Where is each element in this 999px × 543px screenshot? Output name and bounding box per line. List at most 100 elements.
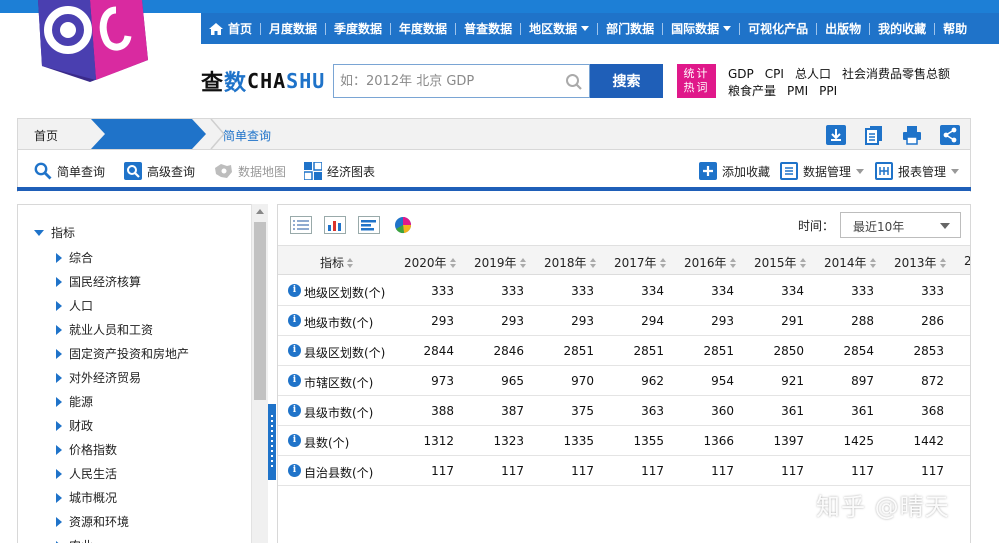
bar-chart-icon[interactable] bbox=[324, 215, 346, 235]
hot-word-link[interactable]: 总人口 bbox=[795, 67, 831, 81]
tree-item-finance[interactable]: 财政 bbox=[56, 417, 93, 434]
copy-icon[interactable] bbox=[864, 125, 884, 145]
tree-root[interactable]: 指标 bbox=[34, 224, 75, 241]
table-cell: 1397 bbox=[773, 434, 804, 448]
info-icon[interactable]: i bbox=[288, 344, 301, 357]
hot-word-link[interactable]: PMI bbox=[787, 84, 808, 98]
table-cell: 2850 bbox=[773, 344, 804, 358]
table-cell: 117 bbox=[781, 464, 804, 478]
share-icon[interactable] bbox=[940, 125, 960, 145]
info-icon[interactable]: i bbox=[288, 314, 301, 327]
nav-item-quarterly[interactable]: 季度数据 bbox=[334, 13, 382, 44]
nav-item-census[interactable]: 普查数据 bbox=[464, 13, 512, 44]
pie-chart-icon[interactable] bbox=[392, 215, 414, 235]
tree-item-environment[interactable]: 资源和环境 bbox=[56, 513, 129, 530]
sort-icon bbox=[799, 257, 806, 268]
table-cell: 2851 bbox=[563, 344, 594, 358]
table-view-icon[interactable] bbox=[290, 215, 312, 235]
tree-item-population[interactable]: 人口 bbox=[56, 297, 93, 314]
hot-word-link[interactable]: GDP bbox=[728, 67, 754, 81]
table-header: 指标 2020年 2019年 2018年 2017年 2016年 2015年 2… bbox=[278, 245, 970, 275]
tree-item-comprehensive[interactable]: 综合 bbox=[56, 249, 93, 266]
info-icon[interactable]: i bbox=[288, 464, 301, 477]
brand-wordmark: 查 数 CHA SHU bbox=[201, 69, 326, 96]
header-year[interactable]: 2015年 bbox=[754, 254, 806, 271]
header-year[interactable]: 2018年 bbox=[544, 254, 596, 271]
header-year-partial[interactable]: 2 bbox=[964, 254, 970, 268]
table-cell: 294 bbox=[641, 314, 664, 328]
simple-query-button[interactable]: 简单查询 bbox=[34, 162, 105, 180]
row-indicator-name: 市辖区数(个) bbox=[304, 376, 374, 390]
info-icon[interactable]: i bbox=[288, 374, 301, 387]
economic-chart-button[interactable]: 经济图表 bbox=[304, 162, 375, 180]
add-favorite-button[interactable]: 添加收藏 bbox=[699, 162, 770, 180]
nav-item-publications[interactable]: 出版物 bbox=[825, 13, 861, 44]
breadcrumb-active-shape bbox=[91, 119, 206, 149]
tree-item-price-index[interactable]: 价格指数 bbox=[56, 441, 117, 458]
search-icon[interactable] bbox=[565, 73, 583, 91]
scrollbar-thumb[interactable] bbox=[254, 222, 266, 400]
table-cell: 2846 bbox=[493, 344, 524, 358]
tree-item-energy[interactable]: 能源 bbox=[56, 393, 93, 410]
hot-word-link[interactable]: CPI bbox=[765, 67, 784, 81]
tree-item-employment[interactable]: 就业人员和工资 bbox=[56, 321, 153, 338]
hot-word-link[interactable]: 社会消费品零售总额 bbox=[842, 67, 950, 81]
tree-item-city[interactable]: 城市概况 bbox=[56, 489, 117, 506]
horizontal-bar-icon[interactable] bbox=[358, 215, 380, 235]
hot-word-link[interactable]: 粮食产量 bbox=[728, 84, 776, 98]
report-management-menu[interactable]: 报表管理 bbox=[875, 162, 960, 180]
data-management-menu[interactable]: 数据管理 bbox=[780, 162, 865, 180]
table-cell: 954 bbox=[711, 374, 734, 388]
tree-item-foreign-trade[interactable]: 对外经济贸易 bbox=[56, 369, 141, 386]
info-icon[interactable]: i bbox=[288, 284, 301, 297]
site-logo[interactable] bbox=[30, 0, 150, 82]
tree-scrollbar[interactable] bbox=[251, 204, 268, 543]
header-year[interactable]: 2014年 bbox=[824, 254, 876, 271]
tree-item-agriculture[interactable]: 农业 bbox=[56, 537, 93, 543]
breadcrumb-home[interactable]: 首页 bbox=[34, 127, 58, 144]
data-map-button[interactable]: 数据地图 bbox=[213, 162, 286, 180]
print-icon[interactable] bbox=[902, 125, 922, 145]
table-cell: 286 bbox=[921, 314, 944, 328]
search-button[interactable]: 搜索 bbox=[590, 64, 663, 98]
table-cell: 117 bbox=[501, 464, 524, 478]
header-year[interactable]: 2013年 bbox=[894, 254, 946, 271]
header-year[interactable]: 2019年 bbox=[474, 254, 526, 271]
search-input[interactable] bbox=[334, 65, 559, 97]
expand-down-icon bbox=[34, 229, 44, 236]
query-toolbar: 简单查询 高级查询 数据地图 经济图表 添加收藏 数据管理 报表管理 bbox=[17, 150, 971, 192]
hot-words-row-1: GDP CPI 总人口 社会消费品零售总额 bbox=[728, 65, 961, 82]
header-indicator[interactable]: 指标 bbox=[320, 254, 354, 271]
header-year[interactable]: 2020年 bbox=[404, 254, 456, 271]
breadcrumb-current[interactable]: 简单查询 bbox=[223, 127, 271, 144]
header-year[interactable]: 2016年 bbox=[684, 254, 736, 271]
expand-right-icon bbox=[56, 516, 62, 527]
nav-item-favorites[interactable]: 我的收藏 bbox=[878, 13, 926, 44]
advanced-query-button[interactable]: 高级查询 bbox=[124, 162, 195, 180]
hot-word-link[interactable]: PPI bbox=[819, 84, 837, 98]
table-cell: 117 bbox=[851, 464, 874, 478]
sort-icon bbox=[589, 257, 596, 268]
nav-item-help[interactable]: 帮助 bbox=[943, 13, 967, 44]
table-row: i 地级市数(个) 293 293 293 294 293 291 288 286 bbox=[278, 306, 970, 336]
nav-item-visualization[interactable]: 可视化产品 bbox=[748, 13, 808, 44]
nav-item-annual[interactable]: 年度数据 bbox=[399, 13, 447, 44]
tree-item-national-accounts[interactable]: 国民经济核算 bbox=[56, 273, 141, 290]
header-year[interactable]: 2017年 bbox=[614, 254, 666, 271]
info-icon[interactable]: i bbox=[288, 404, 301, 417]
table-cell: 288 bbox=[851, 314, 874, 328]
nav-item-monthly[interactable]: 月度数据 bbox=[269, 13, 317, 44]
table-cell: 333 bbox=[851, 284, 874, 298]
table-cell: 334 bbox=[781, 284, 804, 298]
info-icon[interactable]: i bbox=[288, 434, 301, 447]
report-icon bbox=[875, 162, 893, 180]
scroll-up-icon[interactable] bbox=[256, 209, 264, 214]
nav-item-home[interactable]: 首页 bbox=[209, 13, 252, 44]
download-icon[interactable] bbox=[826, 125, 846, 145]
nav-item-department[interactable]: 部门数据 bbox=[606, 13, 654, 44]
nav-item-regional[interactable]: 地区数据 bbox=[529, 13, 590, 44]
tree-item-fixed-investment[interactable]: 固定资产投资和房地产 bbox=[56, 345, 189, 362]
nav-item-international[interactable]: 国际数据 bbox=[671, 13, 732, 44]
tree-item-living[interactable]: 人民生活 bbox=[56, 465, 117, 482]
time-range-select[interactable]: 最近10年 bbox=[840, 212, 961, 238]
